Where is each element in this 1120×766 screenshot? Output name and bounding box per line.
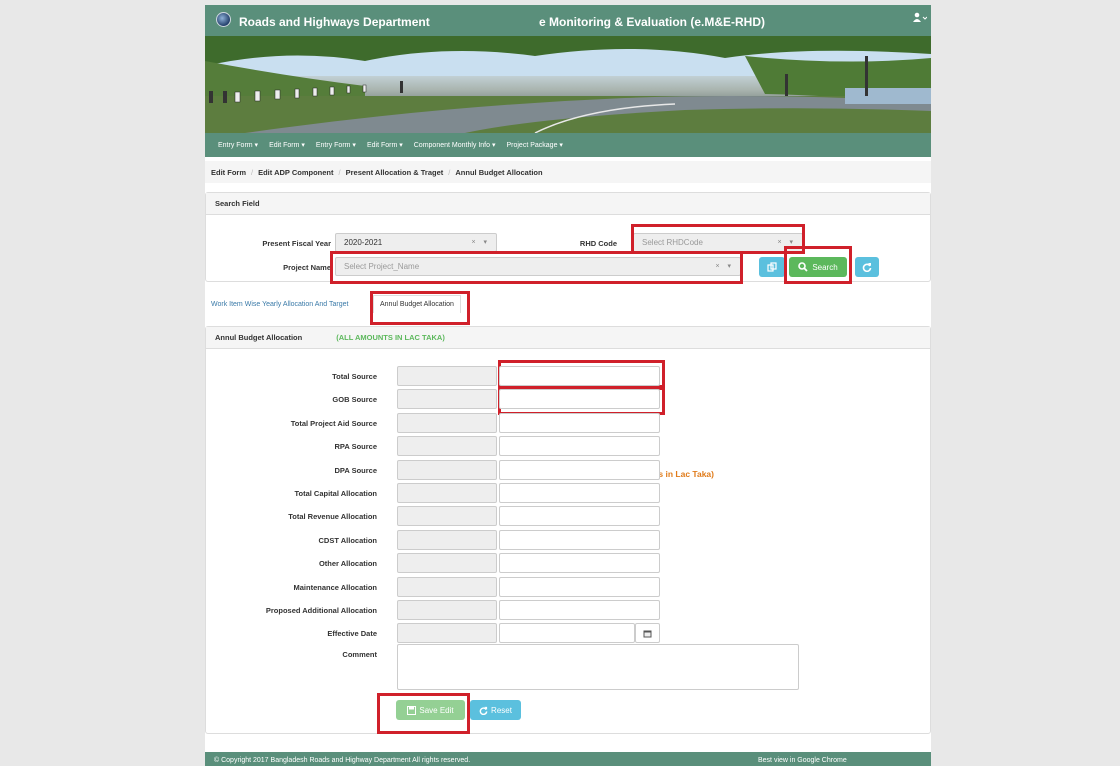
field-label-total-source: Total Source <box>332 372 377 381</box>
field-label-rpa-source: RPA Source <box>334 442 377 451</box>
search-icon <box>798 262 808 272</box>
readonly-total-capital-allocation-input <box>397 483 497 503</box>
nav-item-project-package[interactable]: Project Package ▾ <box>506 141 562 149</box>
save-edit-label: Save Edit <box>419 705 454 715</box>
field-label-gob-source: GOB Source <box>332 395 377 404</box>
readonly-proposed-additional-allocation-input <box>397 600 497 620</box>
readonly-dpa-source-input <box>397 460 497 480</box>
proposed-additional-allocation-input[interactable] <box>499 600 660 620</box>
main-nav: Entry Form ▾ Edit Form ▾ Entry Form ▾ Ed… <box>205 133 931 157</box>
readonly-other-allocation-input <box>397 553 497 573</box>
nav-item-component-monthly-info[interactable]: Component Monthly Info ▾ <box>414 141 496 149</box>
other-allocation-input[interactable] <box>499 553 660 573</box>
save-edit-button[interactable]: Save Edit <box>396 700 465 720</box>
readonly-cdst-allocation-input <box>397 530 497 550</box>
nav-item-entry-form[interactable]: Entry Form ▾ <box>218 141 258 149</box>
rhd-code-select[interactable]: Select RHDCode × ▾ <box>633 233 803 252</box>
copy-icon <box>767 262 777 272</box>
readonly-effective-date-input <box>397 623 497 643</box>
refresh-icon <box>479 706 488 715</box>
refresh-icon <box>862 263 872 272</box>
breadcrumb-item[interactable]: Present Allocation & Traget <box>346 168 444 177</box>
search-button-label: Search <box>812 262 838 272</box>
breadcrumb-item-current: Annul Budget Allocation <box>455 167 543 177</box>
field-label-other-allocation: Other Allocation <box>318 559 377 568</box>
readonly-total-project-aid-source-input <box>397 413 497 433</box>
breadcrumb-item[interactable]: Edit ADP Component <box>258 168 333 177</box>
total-source-input[interactable] <box>499 366 660 386</box>
rpa-source-input[interactable] <box>499 436 660 456</box>
field-label-dpa-source: DPA Source <box>334 466 377 475</box>
field-label-effective-date: Effective Date <box>327 629 377 638</box>
fiscal-year-select[interactable]: 2020-2021 × ▾ <box>335 233 497 252</box>
app-title: e Monitoring & Evaluation (e.M&E-RHD) <box>539 15 765 29</box>
total-capital-allocation-input[interactable] <box>499 483 660 503</box>
project-name-label: Project Name <box>283 263 331 272</box>
fiscal-year-label: Present Fiscal Year <box>262 239 331 248</box>
page: Roads and Highways Department e Monitori… <box>205 5 931 766</box>
tab-work-item-yearly[interactable]: Work Item Wise Yearly Allocation And Tar… <box>211 301 348 308</box>
calendar-icon[interactable] <box>635 623 660 643</box>
refresh-button[interactable] <box>855 257 879 277</box>
gob-source-input[interactable] <box>499 389 660 409</box>
budget-panel-header: Annul Budget Allocation (ALL AMOUNTS IN … <box>206 327 930 349</box>
breadcrumb-separator: / <box>448 167 451 177</box>
footer: © Copyright 2017 Bangladesh Roads and Hi… <box>205 752 931 766</box>
breadcrumb-separator: / <box>251 167 254 177</box>
readonly-total-source-input <box>397 366 497 386</box>
total-revenue-allocation-input[interactable] <box>499 506 660 526</box>
clear-dropdown-icon[interactable]: × ▾ <box>471 238 490 246</box>
project-name-select[interactable]: Select Project_Name × ▾ <box>335 257 741 276</box>
maintenance-allocation-input[interactable] <box>499 577 660 597</box>
field-label-maintenance-allocation: Maintenance Allocation <box>293 583 378 592</box>
nav-item-edit-form[interactable]: Edit Form ▾ <box>269 141 305 149</box>
clear-dropdown-icon[interactable]: × ▾ <box>715 262 734 270</box>
save-icon <box>407 705 417 715</box>
reset-label: Reset <box>491 705 512 715</box>
top-bar: Roads and Highways Department e Monitori… <box>205 5 931 36</box>
banner-image <box>205 36 931 133</box>
footer-copyright: © Copyright 2017 Bangladesh Roads and Hi… <box>214 757 471 764</box>
field-label-cdst-allocation: CDST Allocation <box>318 536 377 545</box>
field-label-total-capital-allocation: Total Capital Allocation <box>294 489 377 498</box>
fiscal-year-value: 2020-2021 <box>344 238 383 247</box>
comment-label: Comment <box>342 650 377 659</box>
cdst-allocation-input[interactable] <box>499 530 660 550</box>
readonly-rpa-source-input <box>397 436 497 456</box>
reset-button[interactable]: Reset <box>470 700 521 720</box>
field-label-total-revenue-allocation: Total Revenue Allocation <box>288 512 377 521</box>
comment-textarea[interactable] <box>397 644 799 690</box>
readonly-gob-source-input <box>397 389 497 409</box>
search-button[interactable]: Search <box>789 257 847 277</box>
footer-best-view: Best view in Google Chrome <box>758 757 847 764</box>
field-label-proposed-additional-allocation: Proposed Additional Allocation <box>265 606 377 615</box>
breadcrumb: Edit Form / Edit ADP Component / Present… <box>205 161 931 183</box>
budget-panel-subtitle: (ALL AMOUNTS IN LAC TAKA) <box>336 333 445 342</box>
rhd-code-placeholder: Select RHDCode <box>642 238 703 247</box>
nav-item-entry-form-2[interactable]: Entry Form ▾ <box>316 141 356 149</box>
rhd-logo-icon <box>216 12 231 27</box>
readonly-maintenance-allocation-input <box>397 577 497 597</box>
breadcrumb-item[interactable]: Edit Form <box>211 168 246 177</box>
effective-date-input[interactable] <box>499 623 635 643</box>
search-panel-title: Search Field <box>206 193 930 215</box>
tab-annul-budget-allocation[interactable]: Annul Budget Allocation <box>373 295 461 313</box>
user-icon[interactable] <box>913 12 928 25</box>
breadcrumb-separator: / <box>338 167 341 177</box>
brand-title: Roads and Highways Department <box>239 15 430 29</box>
total-project-aid-source-input[interactable] <box>499 413 660 433</box>
readonly-total-revenue-allocation-input <box>397 506 497 526</box>
clear-dropdown-icon[interactable]: × ▾ <box>777 238 796 246</box>
nav-item-edit-form-2[interactable]: Edit Form ▾ <box>367 141 403 149</box>
copy-button[interactable] <box>759 257 785 277</box>
project-name-placeholder: Select Project_Name <box>344 262 420 271</box>
budget-panel-title: Annul Budget Allocation <box>215 333 303 342</box>
dpa-source-input[interactable] <box>499 460 660 480</box>
field-label-total-project-aid-source: Total Project Aid Source <box>290 419 377 428</box>
rhd-code-label: RHD Code <box>579 239 617 248</box>
